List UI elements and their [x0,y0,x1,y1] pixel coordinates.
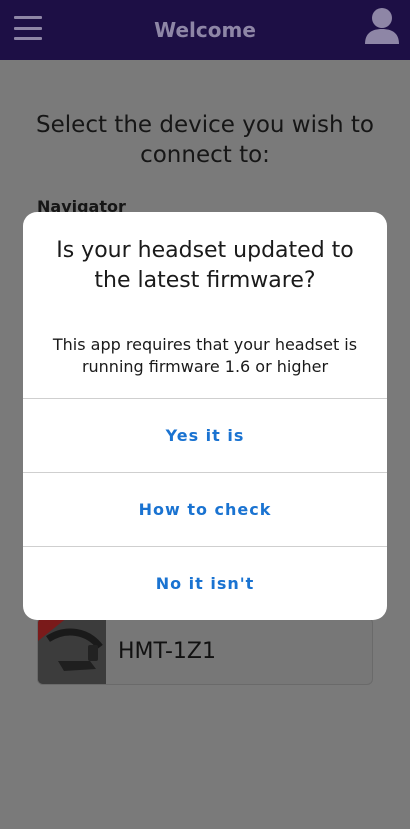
hamburger-menu-icon [14,16,42,19]
dialog-title: Is your headset updated to the latest fi… [56,238,354,293]
how-to-check-button[interactable]: How to check [23,472,387,546]
profile-button[interactable] [364,7,400,45]
dialog-message: This app requires that your headset is r… [52,335,358,376]
select-device-heading: Select the device you wish to connect to… [36,112,374,168]
device-name: HMT-1Z1 [118,638,216,664]
yes-it-is-button[interactable]: Yes it is [23,398,387,472]
app-header: Welcome [0,0,410,60]
page-title: Welcome [154,18,256,42]
no-it-isnt-button[interactable]: No it isn't [23,546,387,620]
device-card-hmt-1z1[interactable]: HMT-1Z1 [37,617,373,685]
headset-device-thumbnail [38,618,106,684]
firmware-dialog: Is your headset updated to the latest fi… [23,212,387,620]
menu-button[interactable] [14,16,42,40]
user-profile-icon [365,8,399,44]
